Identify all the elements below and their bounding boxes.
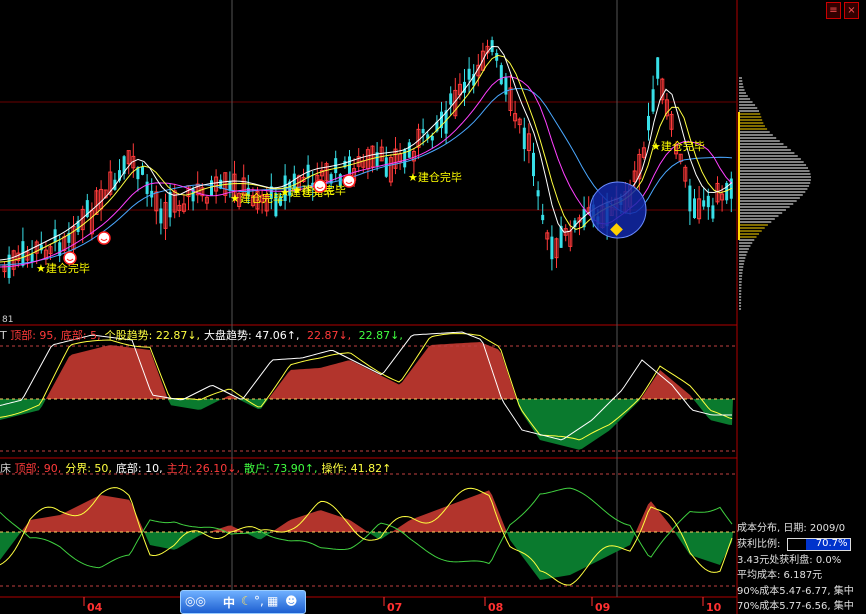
candle-body [651, 89, 655, 112]
x-tick-label: 04 [87, 601, 103, 614]
signal-marker: ★建仓完毕 [230, 191, 284, 205]
ime-taskbar: ◎◎ 中 ☾ °, ▦ ☻ [180, 590, 306, 614]
corner-label: 81 [2, 315, 13, 325]
indicator2-prefix: 床 [0, 462, 15, 475]
cost-title: 成本分布, 日期: 2009/0 [737, 523, 846, 534]
candle-body [430, 135, 434, 141]
cost-line-4: 70%成本5.77-6.56, 集中 [737, 601, 854, 612]
candle-body [168, 191, 172, 218]
indicator1-item: 22.87↓, [355, 329, 403, 342]
candle-body [53, 229, 57, 243]
signal-marker: ★建仓完毕 [408, 170, 462, 184]
candle-body [532, 152, 535, 177]
candle-body [384, 157, 388, 177]
indicator1-item: 底部: 5, [60, 329, 101, 342]
x-tick-label: 08 [488, 601, 503, 614]
profit-row: 获利比例: 70.7% [737, 535, 866, 551]
keyboard-icon[interactable]: ▦ [267, 594, 278, 608]
signal-marker: ★建仓完毕 [651, 139, 705, 153]
cost-distribution-bars [738, 77, 811, 310]
moon-icon[interactable]: ☾ [241, 594, 252, 608]
candle-body [467, 68, 471, 80]
profit-bar: 70.7% [786, 537, 851, 551]
close-icon[interactable]: × [844, 2, 859, 19]
indicator2-item: 顶部: 90, [14, 462, 62, 475]
cost-line-1: 3.43元处获利盘: 0.0% [737, 555, 842, 566]
smiley-icon [97, 231, 111, 245]
candle-body [421, 128, 425, 134]
candle-body [522, 127, 526, 150]
candle-body [30, 253, 34, 262]
x-tick-label: 09 [595, 601, 610, 614]
candle-body [702, 200, 706, 207]
punctuation-icon[interactable]: °, [254, 594, 264, 608]
chinese-input-icon[interactable]: 中 [223, 594, 235, 611]
profit-label: 获利比例: [737, 539, 781, 550]
indicator1-header: T 顶部: 95, 底部: 5, 个股趋势: 22.87↓, 大盘趋势: 47.06↑… [0, 327, 407, 343]
candle-body [58, 242, 62, 256]
indicator1-item: 大盘趋势: 47.06↑, [204, 329, 300, 342]
olympic-rings-icon[interactable]: ◎◎ [185, 594, 206, 608]
indicator2-item: 分界: 50, [65, 462, 112, 475]
candle-body [145, 181, 149, 194]
indicator1-prefix: T [0, 329, 11, 342]
cost-line-3: 90%成本5.47-6.77, 集中 [737, 586, 854, 597]
candle-body [141, 166, 144, 175]
indicator2-item: 操作: 41.82↑ [321, 462, 392, 475]
candle-body [688, 185, 692, 212]
indicator-panel-1 [0, 331, 737, 452]
candle-body [550, 236, 554, 260]
candle-body [159, 208, 163, 224]
smiley-icon [342, 174, 356, 188]
indicator2-header: 床 顶部: 90, 分界: 50, 底部: 10, 主力: 26.10↓, 散户: 73… [0, 460, 395, 476]
candle-body [711, 205, 715, 219]
area-positive [0, 342, 733, 399]
smiley-icon [313, 179, 327, 193]
candle-body [693, 198, 696, 219]
x-tick-label: 10 [706, 601, 722, 614]
indicator2-item: 散户: 73.90↑, [244, 462, 318, 475]
candle-body [499, 65, 503, 85]
profit-value: 70.7% [815, 537, 848, 549]
indicator1-item: 个股趋势: 22.87↓, [104, 329, 201, 342]
smiley-icon [63, 251, 77, 265]
candle-body [706, 195, 710, 208]
document-icon[interactable]: ≡ [826, 2, 841, 19]
indicator-panel-2 [0, 473, 737, 587]
candle-body [536, 190, 540, 197]
candle-body [541, 214, 545, 221]
user-icon[interactable]: ☻ [285, 594, 298, 608]
candle-body [449, 93, 453, 105]
candle-body [210, 180, 213, 196]
x-tick-label: 07 [387, 601, 402, 614]
indicator2-item: 主力: 26.10↓, [166, 462, 241, 475]
indicator1-item: 顶部: 95, [10, 329, 57, 342]
candle-body [647, 115, 650, 131]
candle-body [656, 57, 660, 79]
signal-marker: ★建仓完毕 [36, 261, 90, 275]
cost-line-2: 平均成本: 6.187元 [737, 570, 823, 581]
indicator1-item: 22.87↓, [303, 329, 352, 342]
indicator2-item: 底部: 10, [115, 462, 163, 475]
